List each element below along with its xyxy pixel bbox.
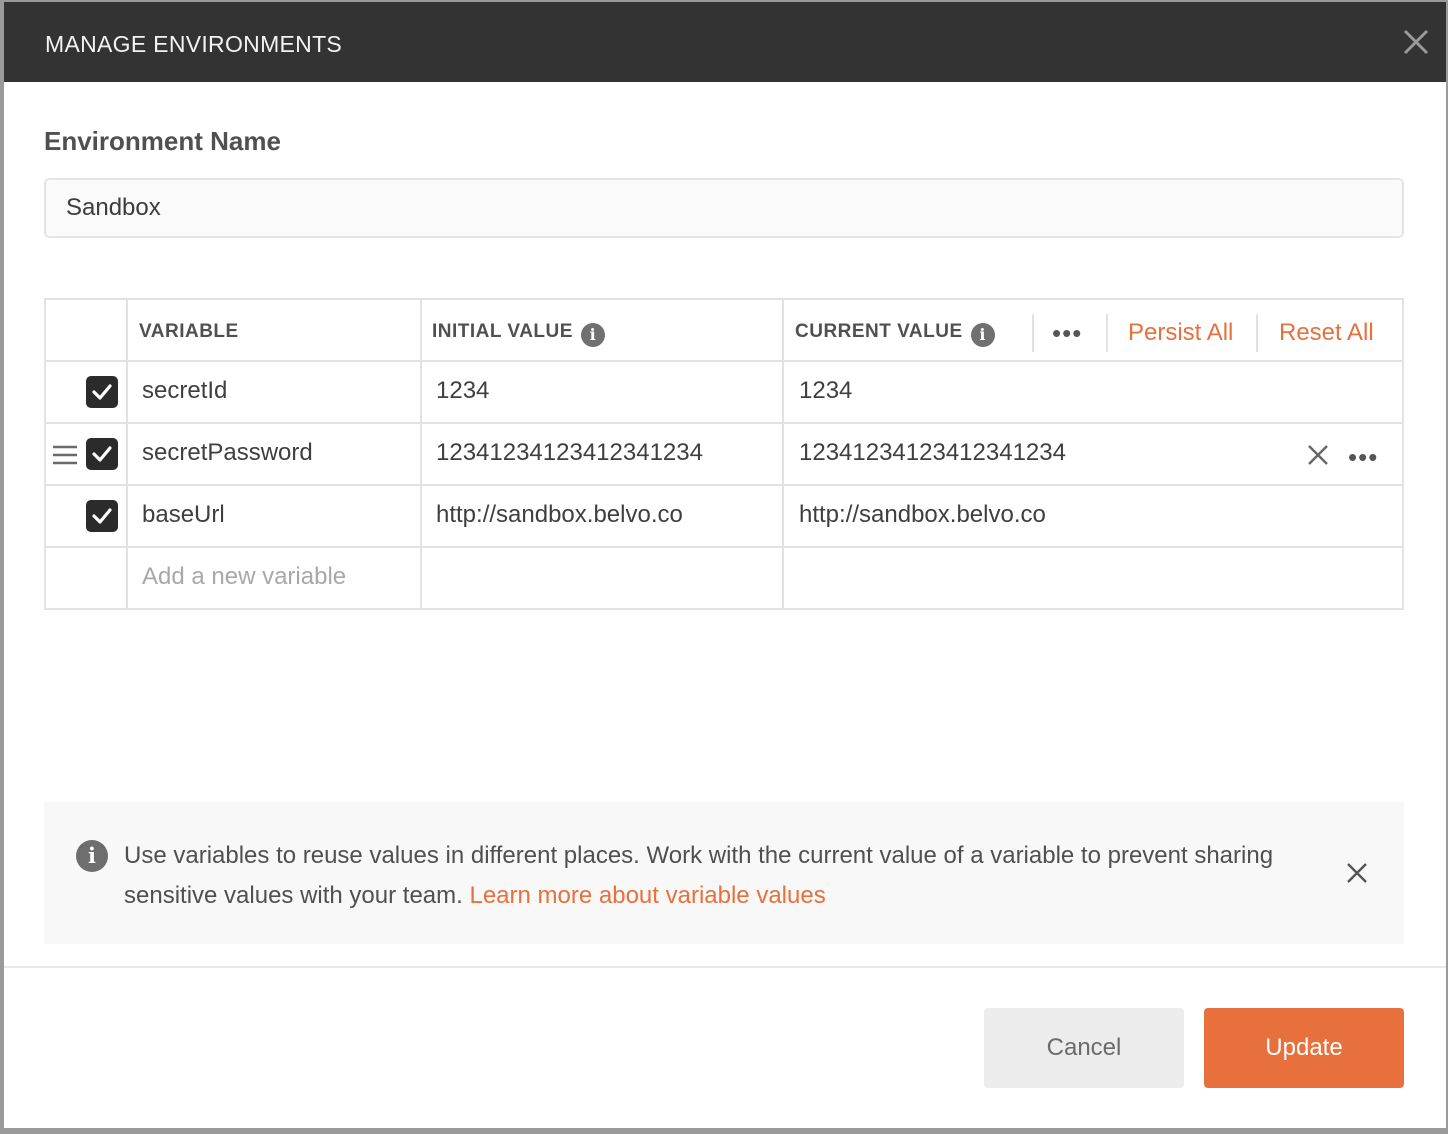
reset-all-link[interactable]: Reset All — [1279, 319, 1374, 347]
manage-environments-modal: MANAGE ENVIRONMENTS Environment Name VAR… — [4, 2, 1446, 1128]
check-icon — [92, 508, 112, 524]
clear-icon[interactable] — [1306, 443, 1330, 467]
footer-divider — [4, 966, 1446, 968]
info-icon[interactable]: i — [970, 323, 995, 347]
row-more-icon[interactable]: ••• — [1348, 444, 1378, 470]
check-icon — [92, 446, 112, 462]
environment-name-label: Environment Name — [44, 126, 281, 156]
header-current-value: CURRENT VALUE i — [795, 321, 995, 347]
row-enabled-checkbox[interactable] — [86, 376, 118, 408]
table-row: secretPassword 12341234123412341234 1234… — [46, 424, 1402, 486]
modal-header: MANAGE ENVIRONMENTS — [4, 2, 1446, 82]
learn-more-link[interactable]: Learn more about variable values — [469, 882, 825, 909]
info-icon[interactable]: i — [580, 323, 605, 347]
initial-value[interactable]: http://sandbox.belvo.co — [436, 501, 683, 529]
check-icon — [92, 384, 112, 400]
variables-table: VARIABLE INITIAL VALUE i CURRENT VALUE i •… — [44, 298, 1404, 610]
initial-value[interactable]: 1234 — [436, 377, 489, 405]
table-row: baseUrl http://sandbox.belvo.co http://s… — [46, 486, 1402, 548]
current-value[interactable]: 1234 — [799, 377, 852, 405]
variables-info-banner: i Use variables to reuse values in diffe… — [44, 802, 1404, 944]
environment-name-input[interactable] — [44, 178, 1404, 238]
variable-name[interactable]: secretPassword — [142, 439, 313, 467]
info-icon: i — [76, 840, 108, 872]
header-variable: VARIABLE — [139, 321, 239, 342]
row-enabled-checkbox[interactable] — [86, 438, 118, 470]
row-enabled-checkbox[interactable] — [86, 500, 118, 532]
current-value[interactable]: http://sandbox.belvo.co — [799, 501, 1046, 529]
cancel-button[interactable]: Cancel — [984, 1008, 1184, 1088]
persist-all-link[interactable]: Persist All — [1128, 319, 1233, 347]
new-variable-input[interactable]: Add a new variable — [142, 563, 346, 591]
info-text: Use variables to reuse values in differe… — [124, 842, 1274, 909]
drag-handle-icon[interactable] — [52, 444, 78, 466]
modal-title: MANAGE ENVIRONMENTS — [45, 31, 343, 57]
variable-name[interactable]: baseUrl — [142, 501, 225, 529]
update-button[interactable]: Update — [1204, 1008, 1404, 1088]
current-value[interactable]: 12341234123412341234 — [799, 439, 1066, 467]
new-variable-row: Add a new variable — [46, 548, 1402, 610]
header-initial-value: INITIAL VALUE i — [432, 321, 605, 347]
more-options-icon[interactable]: ••• — [1052, 320, 1082, 346]
variable-name[interactable]: secretId — [142, 377, 227, 405]
dismiss-banner-icon[interactable] — [1346, 862, 1368, 884]
table-header-row: VARIABLE INITIAL VALUE i CURRENT VALUE i •… — [46, 300, 1402, 362]
close-icon[interactable] — [1400, 26, 1432, 58]
table-row: secretId 1234 1234 — [46, 362, 1402, 424]
initial-value[interactable]: 12341234123412341234 — [436, 439, 703, 467]
